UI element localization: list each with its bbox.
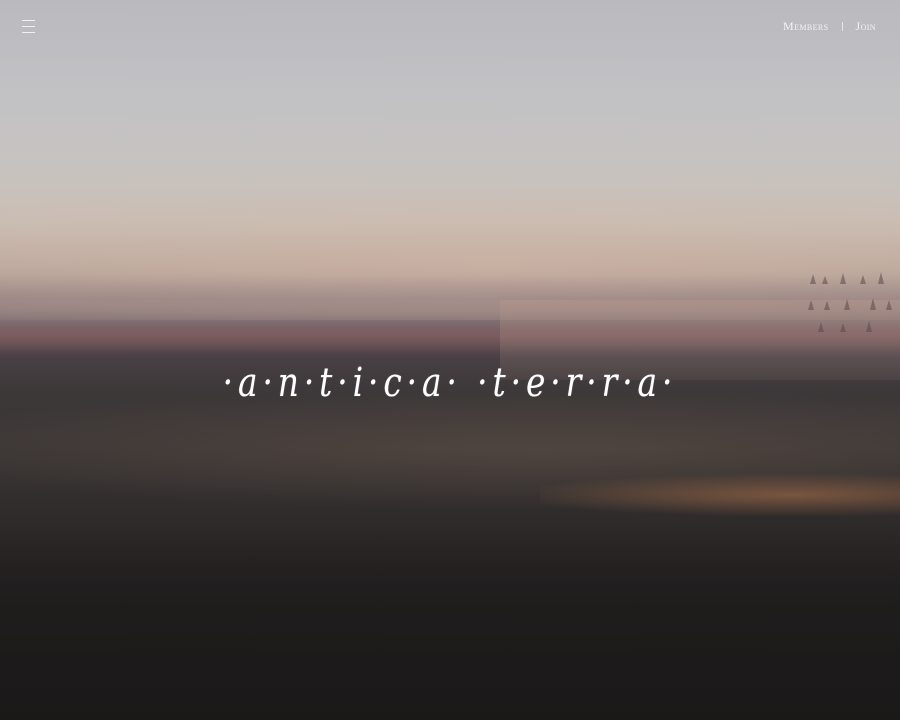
hero-background: Members Join ·a·n·t·i·c·a· ·t·e·r·r·a·	[0, 0, 900, 720]
sky-haze	[0, 0, 900, 200]
foreground-shadow	[0, 520, 900, 720]
members-link[interactable]: Members	[783, 19, 828, 34]
valley-band	[0, 390, 900, 510]
menu-line	[22, 20, 35, 21]
menu-line	[22, 26, 35, 27]
near-ridge	[0, 320, 900, 360]
nav-divider	[841, 22, 843, 31]
join-link[interactable]: Join	[856, 19, 877, 34]
horizon-glow	[0, 190, 900, 320]
treeline-silhouette	[808, 272, 892, 332]
hamburger-menu-icon[interactable]	[22, 19, 35, 33]
far-ridge	[0, 275, 900, 315]
brand-logo: ·a·n·t·i·c·a· ·t·e·r·r·a·	[222, 360, 678, 406]
top-nav: Members Join	[783, 19, 876, 34]
menu-line	[22, 32, 35, 33]
amber-streak	[540, 465, 900, 525]
